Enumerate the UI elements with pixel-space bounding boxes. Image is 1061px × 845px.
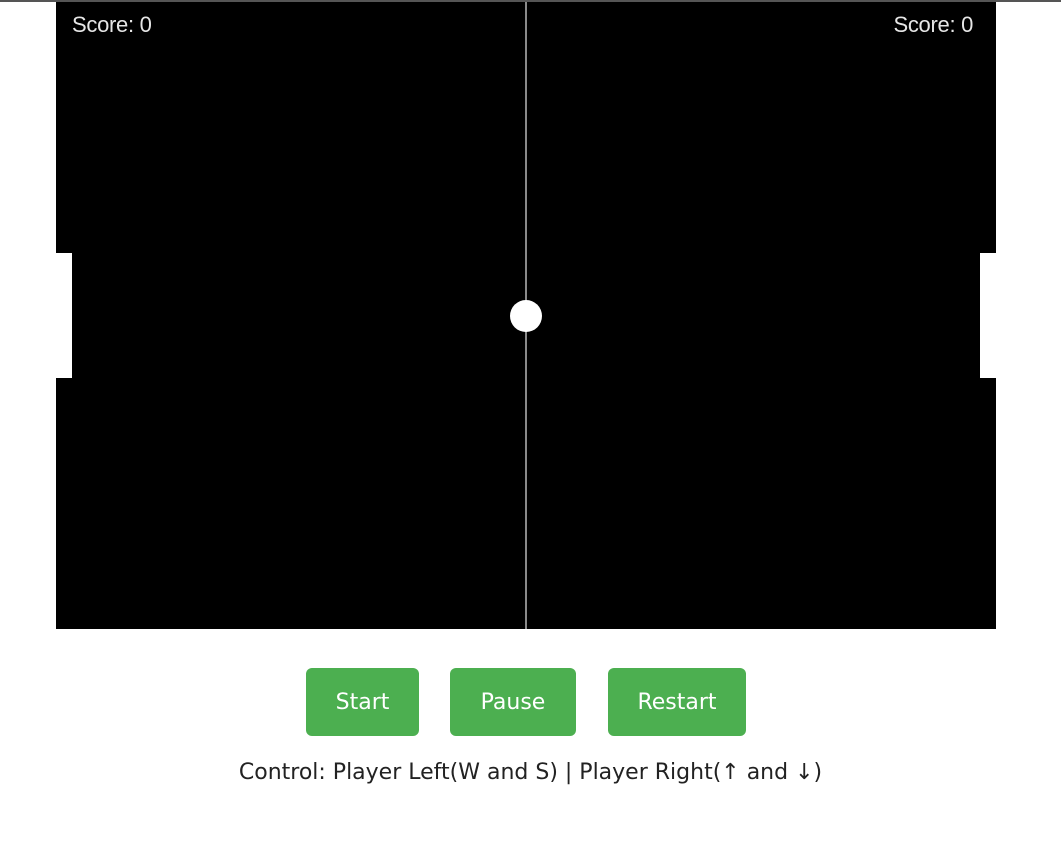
game-canvas[interactable]: Score: 0 Score: 0: [56, 2, 996, 629]
right-paddle: [980, 253, 996, 378]
restart-button[interactable]: Restart: [608, 668, 746, 736]
control-instructions: Control: Player Left(W and S) | Player R…: [238, 760, 823, 785]
right-score: Score: 0: [893, 12, 973, 37]
left-paddle: [56, 253, 72, 378]
ball: [510, 300, 542, 332]
control-buttons: Start Pause Restart: [0, 668, 1061, 736]
pause-button[interactable]: Pause: [450, 668, 576, 736]
start-button[interactable]: Start: [306, 668, 419, 736]
left-score: Score: 0: [72, 12, 152, 37]
